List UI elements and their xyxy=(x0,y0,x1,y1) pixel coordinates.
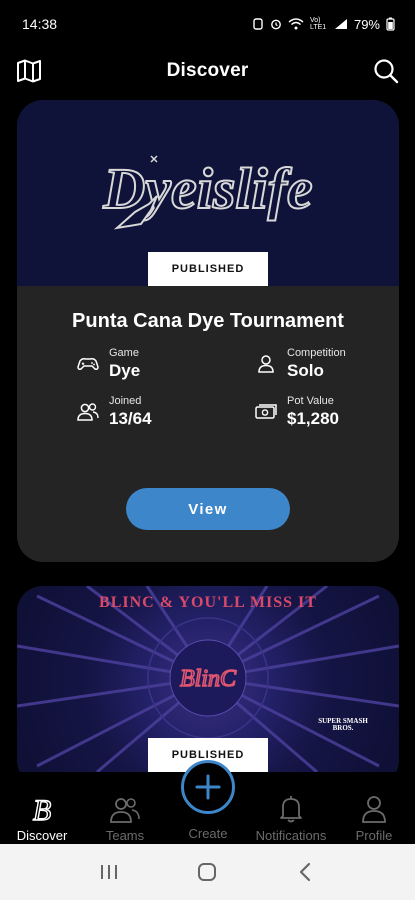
alarm-icon xyxy=(271,19,281,30)
tournament-card[interactable]: Dyeislife PUBLISHED Punta Cana Dye Tourn… xyxy=(17,100,399,562)
view-button[interactable]: View xyxy=(126,488,290,530)
nav-notifications[interactable]: Notifications xyxy=(249,792,333,843)
bell-icon xyxy=(280,796,302,823)
nav-profile[interactable]: Profile xyxy=(332,792,415,843)
cash-icon xyxy=(253,399,279,425)
search-icon xyxy=(374,59,399,84)
silent-mode-icon xyxy=(253,18,263,30)
header: Discover xyxy=(0,48,415,94)
stat-competition: Competition Solo xyxy=(253,347,346,382)
nav-label: Profile xyxy=(355,828,393,843)
nav-teams[interactable]: Teams xyxy=(83,792,167,843)
published-badge: PUBLISHED xyxy=(148,252,268,286)
gamepad-icon xyxy=(75,351,101,377)
nav-label: Discover xyxy=(16,828,68,843)
stat-joined: Joined 13/64 xyxy=(75,395,152,430)
person-icon xyxy=(253,351,279,377)
status-time: 14:38 xyxy=(22,16,58,32)
nav-create[interactable]: Create xyxy=(166,786,250,841)
tournament-title: Punta Cana Dye Tournament xyxy=(72,310,344,332)
nav-label: Create xyxy=(188,826,228,841)
banner-headline: BLINC & YOU'LL MISS IT xyxy=(99,594,317,611)
nav-discover[interactable]: B Discover xyxy=(0,792,84,843)
tournament-banner: BlinC BLINC & YOU'LL MISS IT SUPER SMASH… xyxy=(17,586,399,772)
stat-value: Solo xyxy=(287,361,324,380)
map-button[interactable] xyxy=(14,56,44,86)
people-icon xyxy=(75,399,101,425)
status-icons: Vo) LTE1 79% xyxy=(252,17,395,32)
card-body: Punta Cana Dye Tournament Game Dye Compe… xyxy=(17,286,399,457)
home-icon[interactable] xyxy=(196,861,218,883)
stat-label: Competition xyxy=(287,347,346,359)
nav-label: Teams xyxy=(105,828,145,843)
tournament-feed[interactable]: Dyeislife PUBLISHED Punta Cana Dye Tourn… xyxy=(0,100,415,772)
teams-icon xyxy=(110,798,140,823)
stat-label: Game xyxy=(109,347,139,359)
battery-percent: 79% xyxy=(353,16,380,32)
signal-icon xyxy=(334,19,347,29)
stat-label: Pot Value xyxy=(287,395,334,407)
nav-label: Notifications xyxy=(255,828,327,843)
profile-icon xyxy=(362,796,386,823)
map-icon xyxy=(17,59,41,83)
search-button[interactable] xyxy=(371,56,401,86)
tournament-card[interactable]: BlinC BLINC & YOU'LL MISS IT SUPER SMASH… xyxy=(17,586,399,772)
tournament-banner: Dyeislife PUBLISHED xyxy=(17,100,399,286)
svg-text:B: B xyxy=(33,794,51,824)
page-title: Discover xyxy=(166,60,249,81)
blinc-logo: BlinC xyxy=(180,666,237,692)
bottom-nav: B Discover Teams Create Notifications Pr… xyxy=(0,760,415,844)
tournament-stats: Game Dye Competition Solo Joined 13/64 P… xyxy=(17,347,399,457)
stat-game: Game Dye xyxy=(75,347,140,382)
stat-value: 13/64 xyxy=(109,409,152,428)
battery-icon xyxy=(386,17,395,31)
status-bar: 14:38 Vo) LTE1 79% xyxy=(0,0,415,48)
recent-apps-icon[interactable] xyxy=(98,863,120,881)
network-label: Vo) LTE1 xyxy=(309,17,327,31)
banner-text: Dyeislife xyxy=(102,156,312,221)
super-smash-bros-logo: SUPER SMASH BROS. xyxy=(318,717,368,732)
system-nav-bar xyxy=(0,844,415,900)
stat-value: Dye xyxy=(109,361,141,380)
back-icon[interactable] xyxy=(295,861,317,883)
stat-value: $1,280 xyxy=(287,409,339,428)
wifi-icon xyxy=(288,18,304,30)
stat-pot-value: Pot Value $1,280 xyxy=(253,395,339,430)
discover-b-icon: B xyxy=(32,794,52,824)
stat-label: Joined xyxy=(109,395,142,407)
